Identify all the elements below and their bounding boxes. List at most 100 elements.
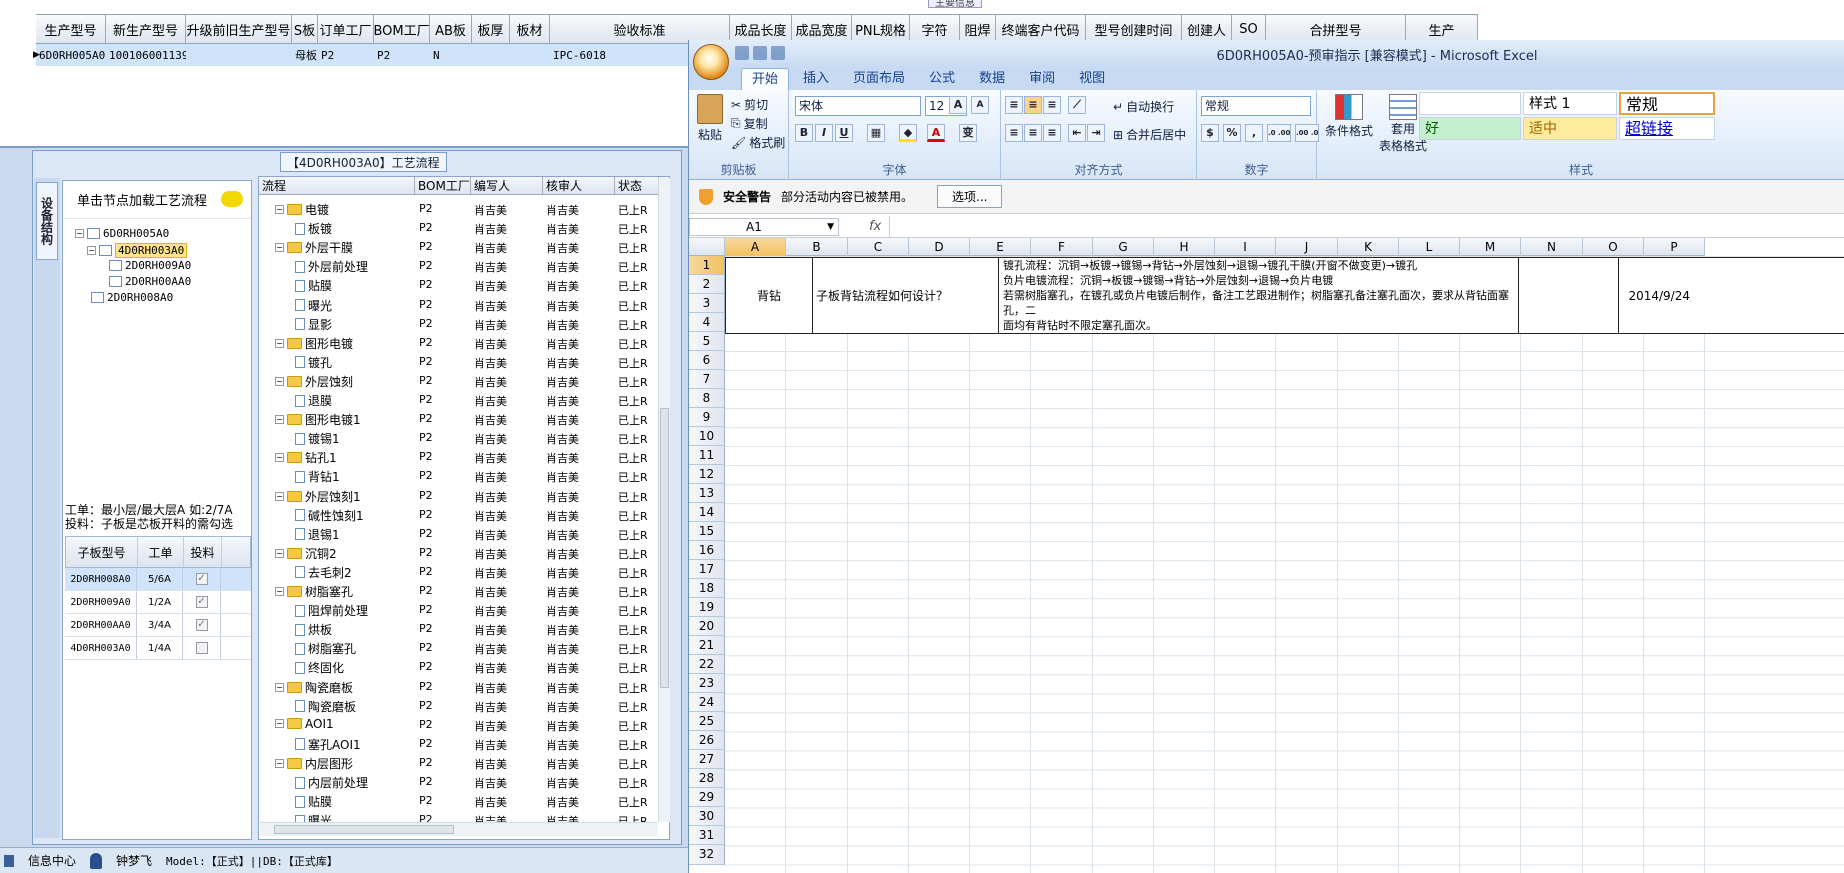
sub-col-model[interactable]: 子板型号 <box>66 537 138 567</box>
sub-col-feed[interactable]: 投料 <box>184 537 222 567</box>
flow-row[interactable]: − 钻孔1 P2 肖吉美 肖吉美 已上R <box>259 447 659 466</box>
font-color-button[interactable]: A <box>927 124 945 142</box>
flow-col-bom[interactable]: BOM工厂 <box>415 177 471 194</box>
comma-button[interactable]: , <box>1245 124 1263 142</box>
grid-col-header[interactable]: 新生产型号 <box>106 15 186 43</box>
grid-col-header[interactable]: BOM工厂 <box>374 15 430 43</box>
border-button[interactable]: ▦ <box>867 124 885 142</box>
grid-col-header[interactable]: 生产型号 <box>36 15 106 43</box>
row-header[interactable]: 13 <box>689 484 725 504</box>
flow-row[interactable]: 烘板 P2 肖吉美 肖吉美 已上R <box>259 619 659 638</box>
row-header[interactable]: 19 <box>689 598 725 618</box>
row-header[interactable]: 9 <box>689 408 725 428</box>
collapse-icon[interactable]: − <box>275 587 284 596</box>
flow-row[interactable]: 镀锡1 P2 肖吉美 肖吉美 已上R <box>259 428 659 447</box>
cell-e1-merged[interactable]: 镀孔流程：沉铜→板镀→镀锡→背钻→外层蚀刻→退锡→镀孔干膜(开窗不做变更)→镀孔… <box>999 257 1519 334</box>
row-header[interactable]: 14 <box>689 503 725 523</box>
flow-row[interactable]: − 电镀 P2 肖吉美 肖吉美 已上R <box>259 199 659 218</box>
font-name-select[interactable]: 宋体 <box>795 96 921 116</box>
tree-node[interactable]: 2D0RH008A0 <box>91 291 173 304</box>
grid-col-header[interactable]: S板 <box>292 15 318 43</box>
flow-row[interactable]: 外层前处理 P2 肖吉美 肖吉美 已上R <box>259 256 659 275</box>
flow-row[interactable]: 内层前处理 P2 肖吉美 肖吉美 已上R <box>259 772 659 791</box>
row-header[interactable]: 22 <box>689 655 725 675</box>
row-header[interactable]: 4 <box>689 313 725 333</box>
grid-col-header[interactable]: 创建人 <box>1182 15 1232 43</box>
style-good[interactable]: 好 <box>1419 117 1521 140</box>
grid-col-header[interactable]: 型号创建时间 <box>1086 15 1182 43</box>
flow-row[interactable]: 终固化 P2 肖吉美 肖吉美 已上R <box>259 657 659 676</box>
collapse-icon[interactable]: − <box>275 548 284 558</box>
row-header[interactable]: 21 <box>689 636 725 656</box>
scroll-thumb[interactable] <box>274 825 454 834</box>
horizontal-scrollbar[interactable] <box>260 822 658 836</box>
table-row[interactable]: 2D0RH009A0 1/2A ✓ <box>65 591 251 614</box>
flow-row[interactable]: 碱性蚀刻1 P2 肖吉美 肖吉美 已上R <box>259 505 659 524</box>
grid-col-header[interactable]: 订单工厂 <box>318 15 374 43</box>
grid-col-header[interactable]: 升级前旧生产型号 <box>186 15 292 43</box>
feed-checkbox[interactable]: ✓ <box>195 596 208 608</box>
flow-row[interactable]: 贴膜 P2 肖吉美 肖吉美 已上R <box>259 275 659 294</box>
tab-device-structure[interactable]: 设备结构 <box>36 182 58 260</box>
row-header[interactable]: 16 <box>689 541 725 561</box>
grow-font-button[interactable]: A <box>949 96 967 114</box>
formula-input[interactable] <box>889 215 1844 238</box>
flow-row[interactable]: 显影 P2 肖吉美 肖吉美 已上R <box>259 314 659 333</box>
name-box[interactable]: A1 ▼ <box>689 217 839 236</box>
grid-cell[interactable]: 母板 <box>292 44 318 66</box>
style-normal[interactable]: 常规 <box>1619 92 1715 115</box>
column-header[interactable]: F <box>1031 238 1093 256</box>
grid-cell[interactable]: 1001060011398​8 <box>106 44 186 66</box>
table-row[interactable]: 4D0RH003A0 1/4A <box>65 637 251 660</box>
wrap-text-button[interactable]: ↵ 自动换行 <box>1113 98 1174 115</box>
align-middle-icon[interactable]: ≡ <box>1024 96 1042 114</box>
collapse-icon[interactable]: − <box>87 246 96 255</box>
worksheet[interactable]: ABCDEFGHIJKLMNOP 1 2 3 4 5 6 7 8 9 10 11 12 13 14 15 16… <box>689 238 1844 873</box>
grid-cell[interactable]: 6D0RH005A0 <box>36 44 106 66</box>
table-row[interactable]: 2D0RH00AA0 3/4A ✓ <box>65 614 251 637</box>
indent-inc-icon[interactable]: ⇥ <box>1087 124 1105 142</box>
row-header[interactable]: 12 <box>689 465 725 485</box>
flow-row[interactable]: 塞孔AOI1 P2 肖吉美 肖吉美 已上R <box>259 734 659 753</box>
align-left-icon[interactable]: ≡ <box>1005 124 1023 142</box>
flow-row[interactable]: 贴膜 P2 肖吉美 肖吉美 已上R <box>259 791 659 810</box>
style-hyperlink[interactable]: 超链接 <box>1619 117 1715 140</box>
row-header[interactable]: 23 <box>689 674 725 694</box>
flow-row[interactable]: − 树脂塞孔 P2 肖吉美 肖吉美 已上R <box>259 581 659 600</box>
column-header[interactable]: B <box>786 238 848 256</box>
number-format-select[interactable]: 常规 <box>1201 96 1311 116</box>
column-header[interactable]: E <box>970 238 1031 256</box>
flow-row[interactable]: − 内层图形 P2 肖吉美 肖吉美 已上R <box>259 753 659 772</box>
flow-col-writer[interactable]: 编写人 <box>471 177 543 194</box>
grid-col-header[interactable]: 字符 <box>910 15 960 43</box>
grid-cell[interactable] <box>472 44 510 66</box>
grid-col-header[interactable]: SO <box>1232 15 1266 43</box>
scroll-thumb[interactable] <box>660 408 669 688</box>
row-header[interactable]: 29 <box>689 788 725 808</box>
column-header[interactable]: I <box>1215 238 1276 256</box>
italic-button[interactable]: I <box>815 124 833 142</box>
grid-col-header[interactable]: 生产 <box>1406 15 1478 43</box>
style-blank[interactable] <box>1419 92 1521 115</box>
collapse-icon[interactable]: − <box>275 682 284 692</box>
flow-col-name[interactable]: 流程 <box>259 177 415 194</box>
sub-col-order[interactable]: 工单 <box>138 537 184 567</box>
cell-grid[interactable] <box>725 256 1844 873</box>
column-header[interactable]: P <box>1644 238 1705 256</box>
decrease-decimal-button[interactable]: .00 .0 <box>1295 124 1319 142</box>
row-header[interactable]: 18 <box>689 579 725 599</box>
info-center-link[interactable]: 信息中心 <box>28 852 76 869</box>
feed-checkbox[interactable]: ✓ <box>195 573 208 585</box>
flow-row[interactable]: − AOI1 P2 肖吉美 肖吉美 已上R <box>259 715 659 734</box>
grid-cell[interactable] <box>510 44 550 66</box>
grid-cell[interactable] <box>186 44 292 66</box>
fill-color-button[interactable]: ◆ <box>899 124 917 142</box>
row-header[interactable]: 10 <box>689 427 725 447</box>
flow-row[interactable]: 陶瓷磨板 P2 肖吉美 肖吉美 已上R <box>259 696 659 715</box>
tab-insert[interactable]: 插入 <box>793 68 839 90</box>
flow-row[interactable]: − 外层蚀刻 P2 肖吉美 肖吉美 已上R <box>259 371 659 390</box>
tab-review[interactable]: 审阅 <box>1019 68 1065 90</box>
flow-col-status[interactable]: 状态 <box>615 177 659 194</box>
grid-col-header[interactable]: 板材 <box>510 15 550 43</box>
column-header[interactable]: L <box>1399 238 1460 256</box>
